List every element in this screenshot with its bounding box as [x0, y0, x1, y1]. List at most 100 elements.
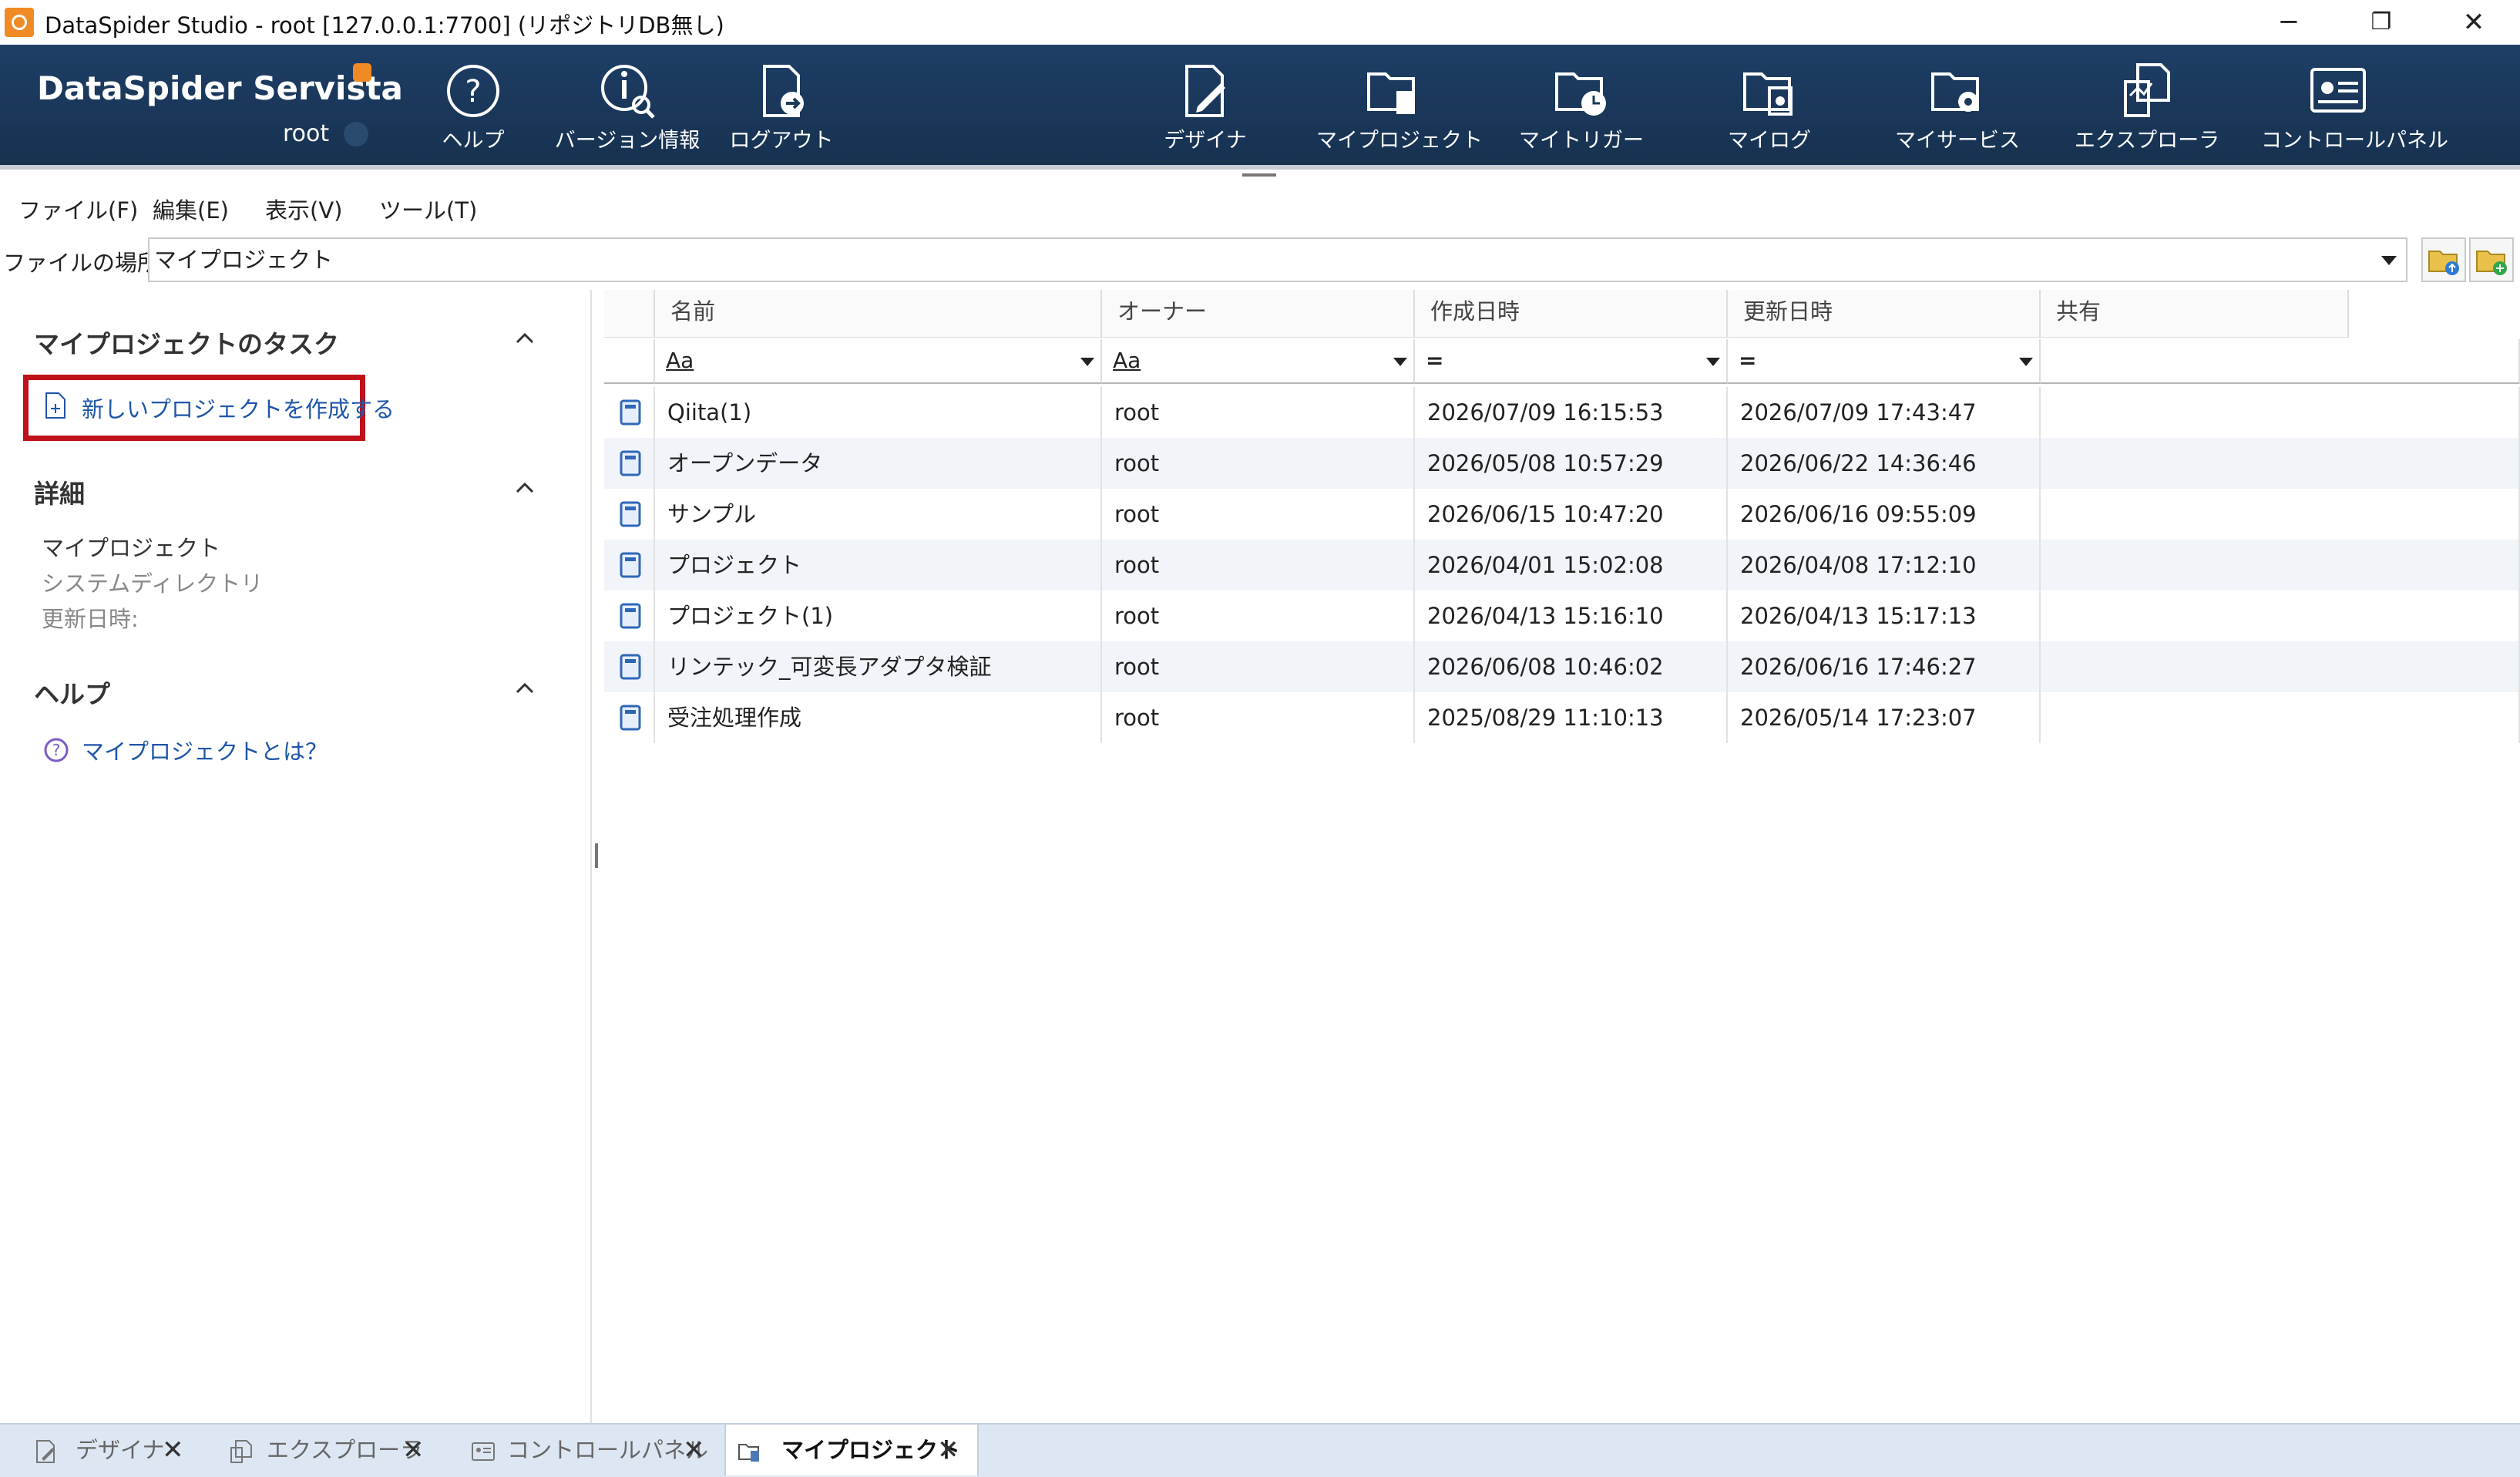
- explorer-button[interactable]: エクスプローラ: [2070, 60, 2224, 160]
- pane-splitter[interactable]: [595, 843, 598, 868]
- explorer-icon: [2124, 63, 2170, 117]
- my-log-icon: [1743, 72, 1793, 116]
- chevron-down-icon[interactable]: [1393, 358, 1407, 366]
- tab-explorer[interactable]: エクスプローラ ✕: [217, 1425, 449, 1475]
- row-icon-cell: [604, 387, 655, 438]
- cell-name: サンプル: [655, 489, 1102, 540]
- menu-edit[interactable]: 編集(E): [153, 193, 229, 225]
- table-row[interactable]: Qiita(1) root 2026/07/09 16:15:53 2026/07/0…: [604, 387, 2520, 438]
- cell-shared: [2041, 692, 2520, 743]
- cell-updated: 2026/06/16 09:55:09: [1728, 489, 2041, 540]
- cell-updated: 2026/05/14 17:23:07: [1728, 692, 2041, 743]
- help-question-icon: ?: [44, 738, 69, 762]
- control-panel-icon: [472, 1442, 495, 1461]
- logout-label: ログアウト: [729, 129, 834, 153]
- my-service-button[interactable]: マイサービス: [1880, 60, 2034, 160]
- chevron-down-icon[interactable]: [2381, 256, 2397, 265]
- my-project-button[interactable]: マイプロジェクト: [1316, 60, 1483, 160]
- app-logo-icon: [5, 8, 34, 37]
- minimize-button[interactable]: ─: [2250, 0, 2327, 45]
- cell-shared: [2041, 641, 2520, 692]
- my-log-button[interactable]: マイログ: [1692, 60, 1846, 160]
- tab-control-panel-label: コントロールパネル: [507, 1437, 709, 1463]
- cell-created: 2026/04/01 15:02:08: [1415, 540, 1728, 590]
- close-icon[interactable]: ✕: [937, 1425, 959, 1475]
- restore-button[interactable]: ❐: [2343, 0, 2420, 45]
- close-icon[interactable]: ✕: [402, 1425, 425, 1475]
- column-header-updated[interactable]: 更新日時: [1728, 290, 2041, 338]
- new-folder-icon: [2476, 251, 2507, 275]
- row-icon-cell: [604, 641, 655, 692]
- ribbon-collapse-handle[interactable]: [1242, 173, 1276, 177]
- cell-owner: root: [1102, 540, 1415, 590]
- table-row[interactable]: オープンデータ root 2026/05/08 10:57:29 2026/06/22…: [604, 438, 2520, 489]
- cell-updated: 2026/06/16 17:46:27: [1728, 641, 2041, 692]
- my-project-label: マイプロジェクト: [1316, 129, 1483, 153]
- designer-button[interactable]: デザイナ: [1128, 60, 1282, 160]
- user-name: root: [283, 120, 330, 147]
- menu-file[interactable]: ファイル(F): [18, 193, 138, 225]
- filter-created[interactable]: =: [1415, 339, 1728, 384]
- folder-up-icon: [2428, 251, 2459, 275]
- column-header-created[interactable]: 作成日時: [1415, 290, 1728, 338]
- details-section-title: 詳細: [34, 479, 85, 509]
- close-icon[interactable]: ✕: [162, 1425, 184, 1475]
- row-header-corner: [604, 290, 655, 338]
- table-row[interactable]: プロジェクト root 2026/04/01 15:02:08 2026/04/08 …: [604, 540, 2520, 590]
- menu-bar: ファイル(F) 編集(E) 表示(V) ツール(T): [0, 182, 2520, 231]
- column-header-shared[interactable]: 共有: [2041, 290, 2349, 338]
- filter-updated[interactable]: =: [1728, 339, 2041, 384]
- new-project-link[interactable]: 新しいプロジェクトを作成する: [82, 392, 395, 424]
- logout-icon: [763, 65, 804, 117]
- version-info-button[interactable]: バージョン情報: [550, 60, 704, 160]
- control-panel-button[interactable]: コントロールパネル: [2261, 60, 2448, 160]
- logout-button[interactable]: ログアウト: [704, 60, 858, 160]
- table-row[interactable]: リンテック_可変長アダプタ検証 root 2026/06/08 10:46:02 20…: [604, 641, 2520, 692]
- cell-name: リンテック_可変長アダプタ検証: [655, 641, 1102, 692]
- location-label: ファイルの場所: [3, 250, 160, 276]
- help-circle-icon: ?: [447, 65, 499, 117]
- table-row[interactable]: プロジェクト(1) root 2026/04/13 15:16:10 2026/04/…: [604, 590, 2520, 641]
- chevron-down-icon[interactable]: [1706, 358, 1720, 366]
- column-header-owner[interactable]: オーナー: [1102, 290, 1415, 338]
- cell-owner: root: [1102, 489, 1415, 540]
- new-folder-button[interactable]: [2469, 237, 2514, 282]
- bottom-tab-bar: デザイナ ✕ エクスプローラ ✕ コントロールパネル ✕ マイプロジェクト ✕: [0, 1423, 2520, 1477]
- filter-created-mode: =: [1426, 348, 1444, 373]
- filter-shared: [2041, 339, 2520, 384]
- close-button[interactable]: ✕: [2435, 0, 2512, 45]
- column-header-name[interactable]: 名前: [655, 290, 1102, 338]
- filter-owner[interactable]: Aa: [1102, 339, 1415, 384]
- designer-icon: [36, 1440, 55, 1463]
- menu-view[interactable]: 表示(V): [265, 193, 342, 225]
- location-combobox[interactable]: マイプロジェクト: [148, 237, 2407, 282]
- chevron-down-icon[interactable]: [2019, 358, 2033, 366]
- tab-my-project[interactable]: マイプロジェクト ✕: [724, 1425, 979, 1475]
- collapse-caret-icon[interactable]: [515, 328, 535, 348]
- help-button[interactable]: ? ヘルプ: [396, 60, 550, 160]
- chevron-down-icon[interactable]: [1080, 358, 1094, 366]
- detail-name: マイプロジェクト: [42, 535, 221, 561]
- help-my-project-link[interactable]: マイプロジェクトとは？: [82, 734, 328, 766]
- cell-name: オープンデータ: [655, 438, 1102, 489]
- collapse-caret-icon[interactable]: [515, 678, 535, 698]
- cell-shared: [2041, 489, 2520, 540]
- table-row[interactable]: サンプル root 2026/06/15 10:47:20 2026/06/16 09…: [604, 489, 2520, 540]
- menu-tools[interactable]: ツール(T): [379, 193, 477, 225]
- cell-shared: [2041, 590, 2520, 641]
- my-project-icon: [1367, 72, 1415, 114]
- my-trigger-button[interactable]: マイトリガー: [1504, 60, 1658, 160]
- cell-created: 2026/05/08 10:57:29: [1415, 438, 1728, 489]
- row-icon-cell: [604, 438, 655, 489]
- cell-updated: 2026/04/13 15:17:13: [1728, 590, 2041, 641]
- cell-name: Qiita(1): [655, 387, 1102, 438]
- filter-owner-mode: Aa: [1113, 348, 1141, 373]
- collapse-caret-icon[interactable]: [515, 478, 535, 498]
- tab-designer[interactable]: デザイナ ✕: [22, 1425, 191, 1475]
- table-row[interactable]: 受注処理作成 root 2025/08/29 11:10:13 2026/05/14 …: [604, 692, 2520, 743]
- cell-updated: 2026/06/22 14:36:46: [1728, 438, 2041, 489]
- tab-control-panel[interactable]: コントロールパネル ✕: [459, 1425, 714, 1475]
- filter-name[interactable]: Aa: [655, 339, 1102, 384]
- close-icon[interactable]: ✕: [683, 1425, 705, 1475]
- folder-up-button[interactable]: [2421, 237, 2466, 282]
